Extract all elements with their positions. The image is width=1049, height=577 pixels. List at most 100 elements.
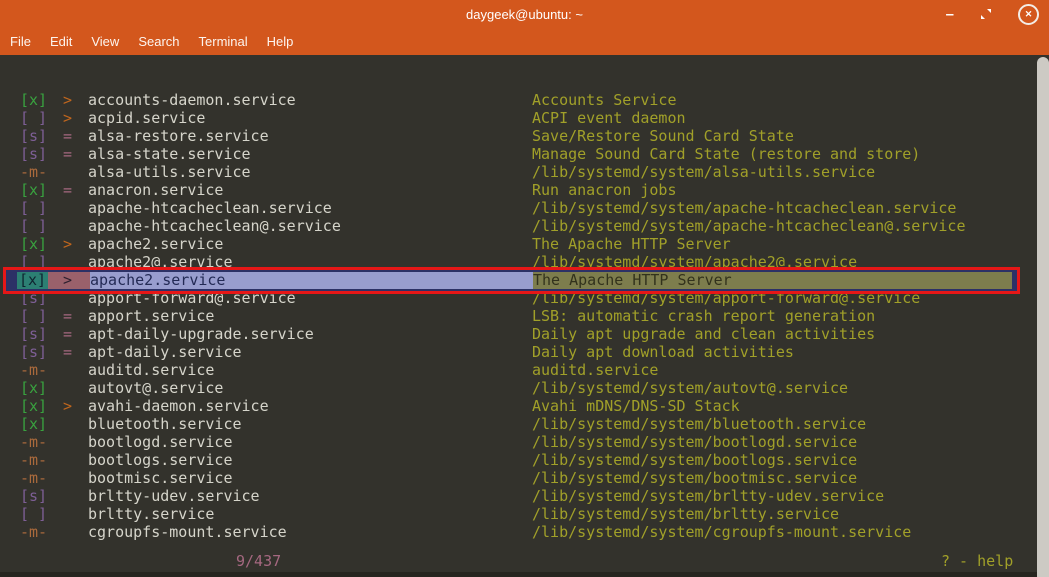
service-description: Save/Restore Sound Card State [532, 127, 1049, 145]
state-badge: [x] [20, 415, 47, 433]
service-name: anacron.service [88, 181, 532, 199]
service-name: avahi-daemon.service [88, 397, 532, 415]
run-indicator: = [47, 181, 88, 199]
menu-item-view[interactable]: View [91, 34, 119, 49]
service-description: ACPI event daemon [532, 109, 1049, 127]
window-controls: – ✕ [946, 0, 1039, 28]
service-row[interactable]: [x] = anacron.service Run anacron jobs [0, 181, 1049, 199]
service-name: alsa-state.service [88, 145, 532, 163]
service-description: /lib/systemd/system/apache-htcacheclean@… [532, 217, 1049, 235]
service-name: apt-daily.service [88, 343, 532, 361]
service-name: apache2.service [90, 272, 533, 289]
service-description: The Apache HTTP Server [532, 235, 1049, 253]
service-description: Daily apt download activities [532, 343, 1049, 361]
service-row[interactable]: [s] = apt-daily.service Daily apt downlo… [0, 343, 1049, 361]
service-row[interactable]: -m- bootlogd.service /lib/systemd/system… [0, 433, 1049, 451]
service-row[interactable]: [ ] apache-htcacheclean@.service /lib/sy… [0, 217, 1049, 235]
service-list: [x] > accounts-daemon.service Accounts S… [0, 91, 1049, 541]
titlebar: daygeek@ubuntu: ~ – ✕ [0, 0, 1049, 28]
status-line: 9/437 ? - help [0, 552, 1049, 570]
service-row[interactable]: [ ] = apport.service LSB: automatic cras… [0, 307, 1049, 325]
state-badge: [ ] [20, 199, 47, 217]
service-description: auditd.service [532, 361, 1049, 379]
service-row[interactable]: [ ] brltty.service /lib/systemd/system/b… [0, 505, 1049, 523]
service-row[interactable]: [x] > avahi-daemon.service Avahi mDNS/DN… [0, 397, 1049, 415]
service-row[interactable]: -m- bootmisc.service /lib/systemd/system… [0, 469, 1049, 487]
state-badge: [ ] [20, 109, 47, 127]
state-badge: -m- [20, 523, 47, 541]
service-description: /lib/systemd/system/brltty-udev.service [532, 487, 1049, 505]
run-indicator [47, 433, 88, 451]
menu-item-search[interactable]: Search [138, 34, 179, 49]
service-row[interactable]: [x] > accounts-daemon.service Accounts S… [0, 91, 1049, 109]
list-position-counter: 9/437 [236, 552, 281, 570]
service-name: accounts-daemon.service [88, 91, 532, 109]
run-indicator [47, 217, 88, 235]
run-indicator: > [47, 235, 88, 253]
state-badge: [ ] [20, 217, 47, 235]
service-description: Manage Sound Card State (restore and sto… [532, 145, 1049, 163]
run-indicator: > [48, 272, 90, 289]
service-name: autovt@.service [88, 379, 532, 397]
run-indicator: = [47, 325, 88, 343]
service-row[interactable]: [x] bluetooth.service /lib/systemd/syste… [0, 415, 1049, 433]
service-row[interactable]: -m- bootlogs.service /lib/systemd/system… [0, 451, 1049, 469]
run-indicator [47, 361, 88, 379]
service-description: /lib/systemd/system/apache-htcacheclean.… [532, 199, 1049, 217]
menu-item-edit[interactable]: Edit [50, 34, 72, 49]
state-badge: -m- [20, 361, 47, 379]
run-indicator [47, 451, 88, 469]
minimize-icon[interactable]: – [946, 7, 954, 22]
service-row[interactable]: -m- auditd.service auditd.service [0, 361, 1049, 379]
run-indicator [47, 505, 88, 523]
scrollbar[interactable] [1037, 57, 1049, 577]
state-badge: [s] [20, 325, 47, 343]
service-description: /lib/systemd/system/brltty.service [532, 505, 1049, 523]
service-row[interactable]: [ ] apache-htcacheclean.service /lib/sys… [0, 199, 1049, 217]
run-indicator: = [47, 343, 88, 361]
service-row[interactable]: [x] autovt@.service /lib/systemd/system/… [0, 379, 1049, 397]
service-description: /lib/systemd/system/bootlogs.service [532, 451, 1049, 469]
service-name: apache2.service [88, 235, 532, 253]
state-badge: [ ] [20, 505, 47, 523]
service-row[interactable]: [s] = alsa-state.service Manage Sound Ca… [0, 145, 1049, 163]
service-name: bluetooth.service [88, 415, 532, 433]
service-description: /lib/systemd/system/bluetooth.service [532, 415, 1049, 433]
service-row[interactable]: -m- alsa-utils.service /lib/systemd/syst… [0, 163, 1049, 181]
run-indicator [47, 379, 88, 397]
run-indicator: > [47, 397, 88, 415]
state-badge: [s] [20, 343, 47, 361]
service-description: /lib/systemd/system/cgroupfs-mount.servi… [532, 523, 1049, 541]
service-row[interactable]: [x] > apache2.service The Apache HTTP Se… [0, 235, 1049, 253]
service-name: alsa-restore.service [88, 127, 532, 145]
state-badge: [s] [20, 127, 47, 145]
service-row[interactable]: [s] = apt-daily-upgrade.service Daily ap… [0, 325, 1049, 343]
menu-item-help[interactable]: Help [267, 34, 294, 49]
state-badge: -m- [20, 433, 47, 451]
service-row[interactable]: [s] brltty-udev.service /lib/systemd/sys… [0, 487, 1049, 505]
help-hint: ? - help [941, 552, 1013, 570]
state-badge: -m- [20, 469, 47, 487]
service-name: apport.service [88, 307, 532, 325]
service-row-selected[interactable]: [x] > apache2.service The Apache HTTP Se… [6, 270, 1017, 291]
service-name: cgroupfs-mount.service [88, 523, 532, 541]
restore-icon[interactable] [980, 8, 992, 20]
service-description: /lib/systemd/system/bootmisc.service [532, 469, 1049, 487]
close-icon[interactable]: ✕ [1018, 4, 1039, 25]
service-name: apache-htcacheclean.service [88, 199, 532, 217]
service-row[interactable]: [ ] > acpid.service ACPI event daemon [0, 109, 1049, 127]
service-name: acpid.service [88, 109, 532, 127]
service-name: brltty-udev.service [88, 487, 532, 505]
menu-item-file[interactable]: File [10, 34, 31, 49]
service-row[interactable]: [s] = alsa-restore.service Save/Restore … [0, 127, 1049, 145]
service-name: bootlogs.service [88, 451, 532, 469]
service-row[interactable]: -m- cgroupfs-mount.service /lib/systemd/… [0, 523, 1049, 541]
service-name: alsa-utils.service [88, 163, 532, 181]
run-indicator [47, 523, 88, 541]
state-badge: [x] [17, 272, 48, 289]
state-badge: [x] [20, 235, 47, 253]
menu-item-terminal[interactable]: Terminal [199, 34, 248, 49]
run-indicator [47, 469, 88, 487]
service-name: apt-daily-upgrade.service [88, 325, 532, 343]
state-badge: [ ] [20, 307, 47, 325]
